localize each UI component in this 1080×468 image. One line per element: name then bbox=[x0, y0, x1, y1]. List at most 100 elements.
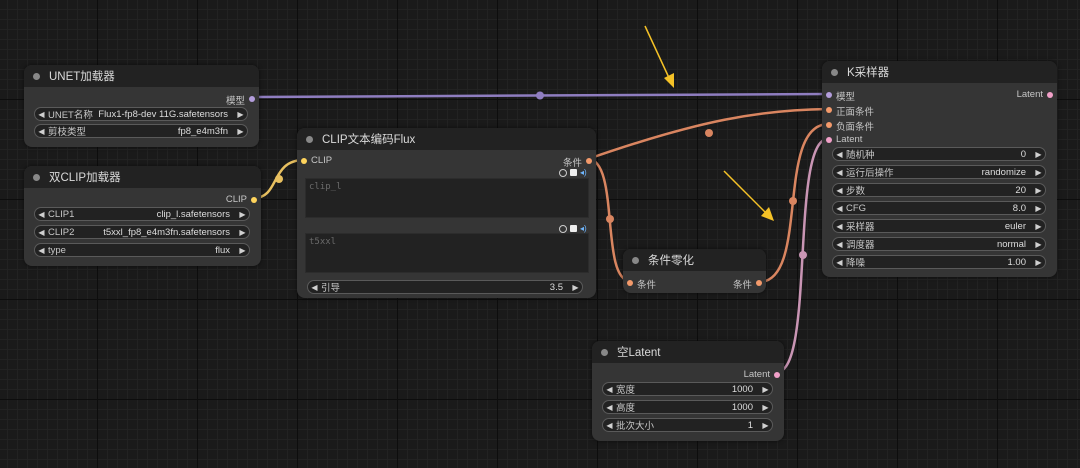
arrow-right-icon[interactable]: ▶ bbox=[759, 421, 772, 430]
control-after-generate-combo[interactable]: ◀ 运行后操作 randomize ▶ bbox=[832, 165, 1046, 179]
output-slot-latent[interactable]: Latent bbox=[592, 367, 784, 382]
clip2-combo[interactable]: ◀ CLIP2 t5xxl_fp8_e4m3fn.safetensors ▶ bbox=[34, 225, 250, 239]
arrow-right-icon[interactable]: ▶ bbox=[759, 385, 772, 394]
output-dot-icon[interactable] bbox=[1047, 92, 1053, 98]
collapse-dot-icon[interactable] bbox=[632, 256, 639, 264]
input-dot-icon[interactable] bbox=[826, 92, 832, 98]
height-number[interactable]: ◀ 高度 1000 ▶ bbox=[602, 400, 773, 414]
arrow-left-icon[interactable]: ◀ bbox=[35, 246, 48, 255]
arrow-right-icon[interactable]: ▶ bbox=[1032, 168, 1045, 177]
arrow-right-icon[interactable]: ▶ bbox=[1032, 204, 1045, 213]
weight-dtype-combo[interactable]: ◀ 剪枝类型 fp8_e4m3fn ▶ bbox=[34, 124, 248, 138]
circle-icon[interactable] bbox=[559, 168, 567, 177]
arrow-left-icon[interactable]: ◀ bbox=[308, 283, 321, 292]
arrow-left-icon[interactable]: ◀ bbox=[603, 385, 616, 394]
arrow-right-icon[interactable]: ▶ bbox=[1032, 186, 1045, 195]
arrow-left-icon[interactable]: ◀ bbox=[833, 258, 846, 267]
input-dot-icon[interactable] bbox=[826, 137, 832, 143]
clip1-combo[interactable]: ◀ CLIP1 clip_l.safetensors ▶ bbox=[34, 207, 250, 221]
arrow-left-icon[interactable]: ◀ bbox=[35, 110, 48, 119]
clip-text-encode-flux-node[interactable]: CLIP文本编码Flux CLIP 条件 ◂) clip_l ◂) t5xxl … bbox=[297, 128, 596, 298]
link-negative-cond-midpoint[interactable] bbox=[789, 197, 797, 205]
arrow-right-icon[interactable]: ▶ bbox=[234, 110, 247, 119]
speaker-icon[interactable]: ◂) bbox=[580, 224, 587, 233]
ksampler-node[interactable]: K采样器 模型 Latent 正面条件 负面条件 Latent ◀ 随机种 0 … bbox=[822, 61, 1057, 277]
sampler-combo[interactable]: ◀ 采样器 euler ▶ bbox=[832, 219, 1046, 233]
node-header[interactable]: K采样器 bbox=[822, 61, 1057, 83]
arrow-left-icon[interactable]: ◀ bbox=[833, 222, 846, 231]
collapse-dot-icon[interactable] bbox=[831, 68, 838, 76]
link-latent-midpoint[interactable] bbox=[799, 251, 807, 259]
link-clip-midpoint[interactable] bbox=[275, 175, 283, 183]
arrow-left-icon[interactable]: ◀ bbox=[833, 168, 846, 177]
checkbox-icon[interactable] bbox=[570, 169, 577, 176]
denoise-number[interactable]: ◀ 降噪 1.00 ▶ bbox=[832, 255, 1046, 269]
circle-icon[interactable] bbox=[559, 224, 567, 233]
guidance-number[interactable]: ◀ 引导 3.5 ▶ bbox=[307, 280, 583, 294]
arrow-left-icon[interactable]: ◀ bbox=[833, 186, 846, 195]
output-dot-icon[interactable] bbox=[251, 197, 257, 203]
node-header[interactable]: 空Latent bbox=[592, 341, 784, 363]
empty-latent-node[interactable]: 空Latent Latent ◀ 宽度 1000 ▶ ◀ 高度 1000 ▶ ◀… bbox=[592, 341, 784, 441]
unet-loader-node[interactable]: UNET加载器 模型 ◀ UNET名称 Flux1-fp8-dev 11G.sa… bbox=[24, 65, 259, 147]
output-slot-model[interactable]: 模型 bbox=[24, 91, 259, 107]
collapse-dot-icon[interactable] bbox=[306, 135, 313, 143]
dual-clip-loader-node[interactable]: 双CLIP加载器 CLIP ◀ CLIP1 clip_l.safetensors… bbox=[24, 166, 261, 266]
steps-number[interactable]: ◀ 步数 20 ▶ bbox=[832, 183, 1046, 197]
arrow-left-icon[interactable]: ◀ bbox=[833, 240, 846, 249]
seed-number[interactable]: ◀ 随机种 0 ▶ bbox=[832, 147, 1046, 161]
arrow-right-icon[interactable]: ▶ bbox=[236, 210, 249, 219]
node-header[interactable]: CLIP文本编码Flux bbox=[297, 128, 596, 150]
arrow-left-icon[interactable]: ◀ bbox=[35, 210, 48, 219]
type-combo[interactable]: ◀ type flux ▶ bbox=[34, 243, 250, 257]
input-dot-icon[interactable] bbox=[826, 107, 832, 113]
unet-name-combo[interactable]: ◀ UNET名称 Flux1-fp8-dev 11G.safetensors ▶ bbox=[34, 107, 248, 121]
node-header[interactable]: 条件零化 bbox=[623, 249, 766, 271]
arrow-left-icon[interactable]: ◀ bbox=[603, 421, 616, 430]
arrow-right-icon[interactable]: ▶ bbox=[236, 246, 249, 255]
clip-l-textarea[interactable]: clip_l bbox=[305, 178, 589, 218]
cond-zero-node[interactable]: 条件零化 条件 条件 bbox=[623, 249, 766, 293]
io-slot-row[interactable]: CLIP 条件 bbox=[297, 153, 596, 169]
cfg-number[interactable]: ◀ CFG 8.0 ▶ bbox=[832, 201, 1046, 215]
io-slot-negative[interactable]: 负面条件 bbox=[822, 117, 1057, 133]
output-dot-icon[interactable] bbox=[774, 372, 780, 378]
arrow-right-icon[interactable]: ▶ bbox=[1032, 150, 1045, 159]
scheduler-combo[interactable]: ◀ 调度器 normal ▶ bbox=[832, 237, 1046, 251]
link-positive-cond-midpoint[interactable] bbox=[705, 129, 713, 137]
speaker-icon[interactable]: ◂) bbox=[580, 168, 587, 177]
node-header[interactable]: 双CLIP加载器 bbox=[24, 166, 261, 188]
input-dot-icon[interactable] bbox=[301, 158, 307, 164]
output-dot-icon[interactable] bbox=[756, 280, 762, 286]
io-slot-latent[interactable]: Latent bbox=[822, 132, 1057, 147]
link-cond-zero-in-midpoint[interactable] bbox=[606, 215, 614, 223]
io-slot-positive[interactable]: 正面条件 bbox=[822, 102, 1057, 118]
arrow-right-icon[interactable]: ▶ bbox=[1032, 258, 1045, 267]
t5xxl-textarea[interactable]: t5xxl bbox=[305, 233, 589, 273]
input-dot-icon[interactable] bbox=[826, 122, 832, 128]
output-dot-icon[interactable] bbox=[586, 158, 592, 164]
arrow-right-icon[interactable]: ▶ bbox=[236, 228, 249, 237]
arrow-right-icon[interactable]: ▶ bbox=[1032, 222, 1045, 231]
arrow-left-icon[interactable]: ◀ bbox=[35, 127, 48, 136]
collapse-dot-icon[interactable] bbox=[33, 173, 40, 181]
arrow-left-icon[interactable]: ◀ bbox=[833, 204, 846, 213]
io-slot-row[interactable]: 条件 条件 bbox=[623, 275, 766, 291]
arrow-left-icon[interactable]: ◀ bbox=[35, 228, 48, 237]
link-model-midpoint[interactable] bbox=[536, 91, 544, 100]
arrow-right-icon[interactable]: ▶ bbox=[759, 403, 772, 412]
node-header[interactable]: UNET加载器 bbox=[24, 65, 259, 87]
collapse-dot-icon[interactable] bbox=[33, 72, 40, 80]
batch-size-number[interactable]: ◀ 批次大小 1 ▶ bbox=[602, 418, 773, 432]
width-number[interactable]: ◀ 宽度 1000 ▶ bbox=[602, 382, 773, 396]
arrow-right-icon[interactable]: ▶ bbox=[569, 283, 582, 292]
output-dot-icon[interactable] bbox=[249, 96, 255, 102]
output-slot-clip[interactable]: CLIP bbox=[24, 192, 261, 207]
arrow-right-icon[interactable]: ▶ bbox=[234, 127, 247, 136]
arrow-left-icon[interactable]: ◀ bbox=[833, 150, 846, 159]
input-dot-icon[interactable] bbox=[627, 280, 633, 286]
checkbox-icon[interactable] bbox=[570, 225, 577, 232]
arrow-right-icon[interactable]: ▶ bbox=[1032, 240, 1045, 249]
collapse-dot-icon[interactable] bbox=[601, 348, 608, 356]
io-slot-model[interactable]: 模型 Latent bbox=[822, 87, 1057, 103]
